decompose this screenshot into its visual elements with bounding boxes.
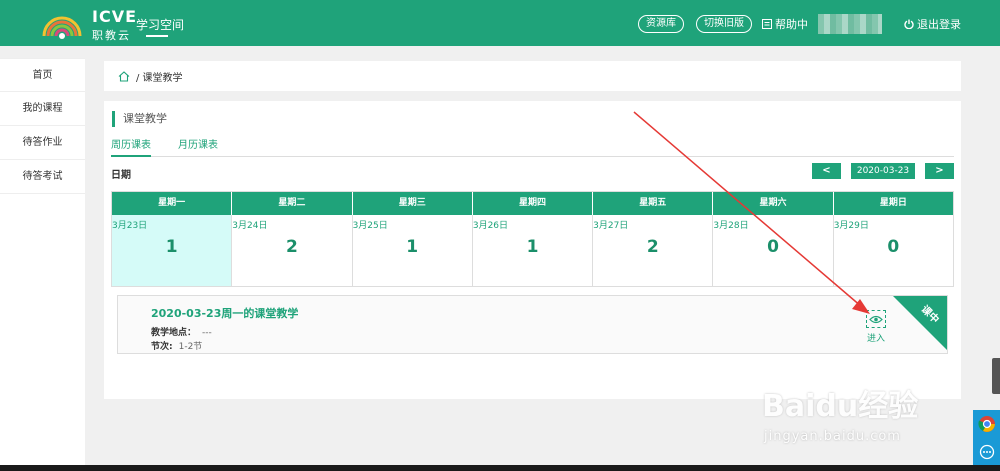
weekday-header: 星期六 — [713, 192, 834, 215]
day-date: 3月26日 — [472, 221, 509, 231]
sidebar-item-home[interactable]: 首页 — [0, 58, 85, 92]
baidu-watermark-url: jingyan.baidu.com — [764, 429, 901, 444]
day-date: 3月28日 — [713, 221, 749, 231]
day-cell[interactable]: 3月25日 1 — [353, 215, 473, 286]
baidu-watermark: Baidu经验 — [762, 389, 919, 424]
taskbar-strip — [0, 465, 1000, 471]
switch-old-version-button[interactable]: 切换旧版 — [696, 15, 752, 33]
logo-subtitle: 职教云 — [92, 29, 131, 42]
sidebar-item-pending-exams[interactable]: 待答考试 — [0, 160, 85, 194]
week-header-row: 星期一 星期二 星期三 星期四 星期五 星期六 星期日 — [112, 192, 953, 215]
sidebar-item-pending-homework[interactable]: 待答作业 — [0, 126, 85, 160]
day-date: 3月23日 — [112, 221, 148, 231]
weekday-header: 星期四 — [473, 192, 594, 215]
enter-label[interactable]: 进入 — [867, 331, 885, 344]
prev-week-button[interactable]: < — [812, 163, 841, 179]
day-class-count: 2 — [646, 237, 659, 257]
chrome-widget[interactable] — [973, 410, 1000, 438]
help-label: 帮助中 — [775, 18, 808, 31]
day-class-count: 1 — [406, 237, 419, 257]
enter-class-button[interactable] — [866, 310, 886, 328]
classroom-panel: 课堂教学 周历课表 月历课表 日期 < 2020-03-23 > 星期一 星期二… — [104, 101, 961, 399]
sidebar: 首页 我的课程 待答作业 待答考试 — [0, 58, 85, 471]
current-date-display[interactable]: 2020-03-23 — [851, 163, 915, 179]
weekday-header: 星期三 — [353, 192, 473, 215]
top-bar: ICVE 职教云 学习空间 资源库 切换旧版 帮助中 退出登录 — [0, 0, 1000, 46]
breadcrumb-current: / 课堂教学 — [136, 72, 183, 84]
logout-button[interactable]: 退出登录 — [904, 16, 961, 32]
class-period: 节次: 1-2节 — [151, 339, 202, 352]
breadcrumb: / 课堂教学 — [104, 61, 961, 91]
day-cell[interactable]: 3月28日 0 — [713, 215, 834, 286]
day-cell[interactable]: 3月24日 2 — [232, 215, 353, 286]
logout-label: 退出登录 — [917, 18, 961, 31]
side-scroll-grip[interactable] — [992, 358, 1000, 394]
day-cell-selected[interactable]: 3月23日 1 — [112, 215, 233, 286]
chat-widget[interactable] — [973, 438, 1000, 466]
day-date: 3月29日 — [833, 221, 869, 231]
panel-title: 课堂教学 — [112, 111, 167, 127]
sidebar-item-my-courses[interactable]: 我的课程 — [0, 92, 85, 126]
day-date: 3月27日 — [593, 221, 629, 231]
period-label: 节次: — [151, 342, 173, 352]
location-value: --- — [202, 328, 212, 338]
week-body-row: 3月23日 1 3月24日 2 3月25日 1 3月26日 1 3月27日 2 … — [112, 215, 953, 286]
day-date: 3月24日 — [232, 221, 268, 231]
home-icon[interactable] — [118, 70, 130, 82]
tab-monthly-schedule[interactable]: 月历课表 — [178, 139, 218, 157]
day-class-count: 0 — [887, 237, 900, 257]
day-class-count: 1 — [165, 237, 178, 257]
day-class-count: 2 — [286, 237, 298, 257]
weekday-header: 星期日 — [879, 198, 907, 208]
space-title-underline — [146, 35, 168, 37]
class-session-title: 2020-03-23周一的课堂教学 — [151, 307, 299, 320]
day-date: 3月25日 — [352, 221, 388, 231]
week-calendar: 星期一 星期二 星期三 星期四 星期五 星期六 星期日 3月23日 1 3月24… — [111, 191, 954, 287]
status-ribbon — [893, 296, 947, 350]
eye-icon — [869, 315, 883, 323]
weekday-header: 星期二 — [232, 192, 353, 215]
resource-library-button[interactable]: 资源库 — [638, 15, 684, 33]
period-value: 1-2节 — [178, 342, 203, 352]
chrome-icon — [977, 416, 995, 432]
weekday-header: 星期一 — [112, 192, 233, 215]
tab-weekly-schedule[interactable]: 周历课表 — [111, 139, 151, 157]
day-class-count: 0 — [767, 237, 779, 257]
user-name-blurred — [818, 14, 882, 34]
logo-text: ICVE — [92, 7, 138, 26]
class-session-card: 2020-03-23周一的课堂教学 教学地点： --- 节次: 1-2节 进入 课中 — [117, 295, 948, 354]
help-link[interactable]: 帮助中 — [762, 16, 808, 32]
peacock-logo-icon — [42, 16, 82, 39]
next-week-button[interactable]: > — [925, 163, 954, 179]
schedule-tabs: 周历课表 月历课表 — [111, 139, 954, 157]
date-label: 日期 — [111, 170, 131, 181]
day-class-count: 1 — [526, 237, 539, 257]
day-cell[interactable]: 3月29日 0 — [834, 215, 953, 286]
class-location: 教学地点： --- — [151, 325, 212, 338]
chat-icon — [979, 444, 994, 460]
space-title[interactable]: 学习空间 — [136, 16, 184, 33]
power-icon — [904, 19, 914, 29]
location-label: 教学地点： — [151, 328, 197, 338]
help-icon — [762, 19, 772, 29]
day-cell[interactable]: 3月27日 2 — [593, 215, 714, 286]
weekday-header: 星期五 — [593, 192, 714, 215]
day-cell[interactable]: 3月26日 1 — [472, 215, 594, 286]
